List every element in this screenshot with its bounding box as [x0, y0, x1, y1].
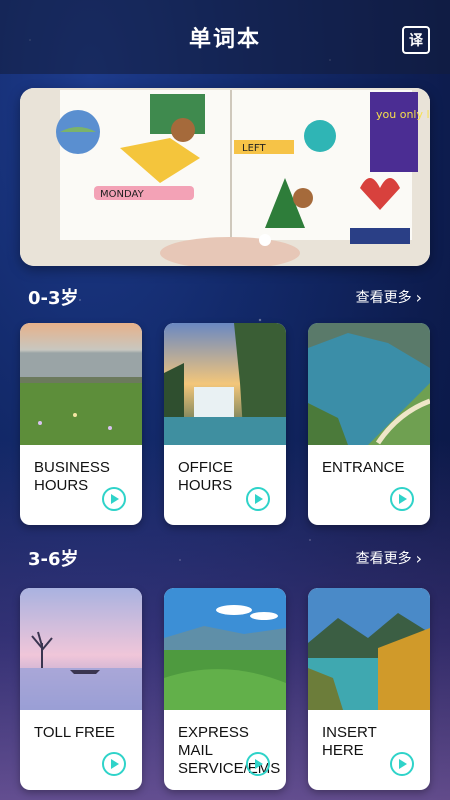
play-button[interactable] [390, 752, 414, 776]
translate-icon: 译 [409, 33, 423, 49]
word-card[interactable]: OFFICE HOURS [164, 323, 286, 525]
view-more-link[interactable]: 查看更多 › [356, 287, 422, 307]
top-bar: 单词本 译 [0, 0, 450, 74]
play-icon [255, 759, 263, 769]
meadow-image [20, 323, 142, 445]
play-button[interactable] [102, 752, 126, 776]
page-title: 单词本 [188, 27, 261, 52]
chevron-right-icon: › [415, 548, 422, 568]
journal-banner[interactable]: MONDAY LEFT you only live once [20, 88, 430, 266]
word-card[interactable]: ENTRANCE [308, 323, 430, 525]
play-icon [399, 759, 407, 769]
monday-text: MONDAY [100, 189, 145, 200]
play-icon [111, 494, 119, 504]
autumn-lake-image [308, 588, 430, 710]
view-more-label: 查看更多 [355, 551, 412, 567]
word-card[interactable]: BUSINESS HOURS [20, 323, 142, 525]
play-button[interactable] [102, 487, 126, 511]
journal-illustration: MONDAY LEFT you only live once [20, 88, 430, 266]
play-icon [255, 494, 263, 504]
play-button[interactable] [246, 487, 270, 511]
word-label: ENTRANCE [322, 459, 405, 476]
play-button[interactable] [246, 752, 270, 776]
word-card[interactable]: TOLL FREE [20, 588, 142, 790]
section-title: 3-6岁 [28, 549, 79, 570]
valley-image [164, 588, 286, 710]
section-header-3-6: 3-6岁 查看更多 › [28, 545, 422, 571]
you-only-text: you only live once [376, 108, 430, 121]
waterfall-image [164, 323, 286, 445]
coast-image [308, 323, 430, 445]
lake-tree-image [20, 588, 142, 710]
chevron-right-icon: › [415, 287, 422, 307]
play-icon [111, 759, 119, 769]
section-title: 0-3岁 [28, 288, 79, 309]
left-text: LEFT [242, 143, 266, 154]
play-icon [399, 494, 407, 504]
word-card[interactable]: EXPRESS MAIL SERVICE/EMS [164, 588, 286, 790]
view-more-link[interactable]: 查看更多 › [356, 548, 422, 568]
section-header-0-3: 0-3岁 查看更多 › [28, 284, 422, 310]
view-more-label: 查看更多 [355, 290, 412, 306]
word-card[interactable]: INSERT HERE [308, 588, 430, 790]
play-button[interactable] [390, 487, 414, 511]
translate-button[interactable]: 译 [402, 26, 430, 54]
word-label: TOLL FREE [34, 724, 115, 741]
